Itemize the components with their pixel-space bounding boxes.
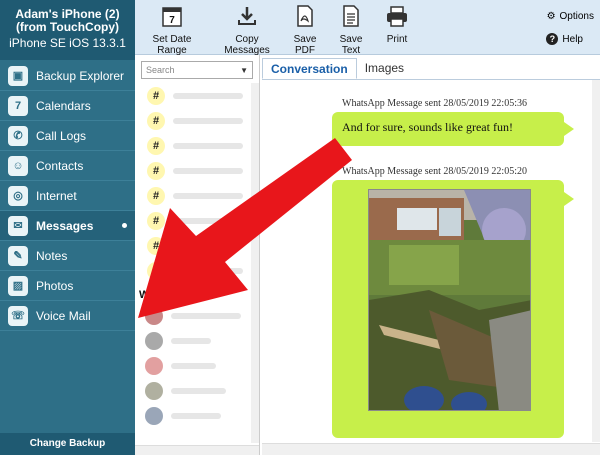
avatar: [145, 381, 163, 400]
sidebar-item-voice-mail[interactable]: ☏ Voice Mail: [0, 301, 135, 331]
device-name: Adam's iPhone (2) (from TouchCopy): [15, 7, 120, 34]
avatar: [145, 331, 163, 350]
print-label: Print: [386, 34, 408, 45]
photos-icon: ▨: [8, 275, 28, 296]
sidebar-item-label: Call Logs: [36, 128, 87, 143]
help-icon: ?: [546, 33, 559, 45]
svg-text:7: 7: [169, 15, 175, 26]
voicemail-icon: ☏: [8, 305, 28, 326]
device-model: iPhone SE iOS 13.3.1: [9, 36, 126, 50]
bubble-tail: [564, 122, 574, 136]
bubble-tail: [564, 192, 574, 206]
blurred-contact-name: [171, 362, 216, 369]
conversation-scrollbar[interactable]: [592, 80, 600, 442]
sidebar-item-label: Voice Mail: [36, 308, 91, 323]
help-label: Help: [562, 33, 583, 45]
notes-icon: ✎: [8, 245, 28, 266]
save-text-button[interactable]: Save Text: [330, 4, 372, 56]
sidebar-item-label: Backup Explorer: [36, 68, 125, 83]
contact-badge: #: [147, 86, 165, 105]
message-bubble: And for sure, sounds like great fun!: [332, 112, 564, 146]
blurred-contact-name: [173, 117, 243, 124]
text-document-icon: [338, 4, 364, 28]
print-button[interactable]: Print: [383, 4, 411, 45]
contact-badge: #: [147, 111, 165, 130]
download-icon: [234, 4, 260, 28]
contacts-icon: ☺: [8, 155, 28, 176]
chevron-down-icon[interactable]: ▼: [240, 66, 248, 75]
sidebar-item-photos[interactable]: ▨ Photos: [0, 271, 135, 301]
sidebar-item-label: Messages: [36, 218, 94, 233]
sidebar-item-messages[interactable]: ✉ Messages: [0, 211, 135, 241]
blurred-contact-name: [171, 412, 221, 419]
list-item[interactable]: #: [135, 83, 259, 108]
sidebar-item-calendars[interactable]: 7 Calendars: [0, 91, 135, 121]
red-arrow-annotation: [138, 138, 352, 318]
tab-images[interactable]: Images: [357, 58, 412, 79]
phone-icon: ✆: [8, 125, 28, 146]
message-icon: ✉: [8, 215, 28, 236]
gear-icon: ⚙: [546, 11, 556, 22]
sidebar-item-label: Internet: [36, 188, 77, 203]
blurred-contact-name: [171, 387, 226, 394]
message-text: And for sure, sounds like great fun!: [342, 120, 513, 134]
save-pdf-label: Save PDF: [293, 34, 317, 56]
search-placeholder: Search: [146, 65, 175, 75]
options-button[interactable]: ⚙ Options: [547, 11, 594, 22]
list-item[interactable]: [135, 403, 259, 428]
calendar-icon: 7: [159, 4, 185, 28]
list-item[interactable]: [135, 378, 259, 403]
list-item[interactable]: [135, 353, 259, 378]
search-input[interactable]: Search ▼: [141, 61, 253, 79]
conversation-horizontal-scrollbar[interactable]: [262, 443, 600, 455]
message-header: WhatsApp Message sent 28/05/2019 22:05:2…: [342, 166, 527, 177]
device-header: Adam's iPhone (2) (from TouchCopy) iPhon…: [0, 0, 135, 60]
printer-icon: [384, 4, 410, 28]
avatar: [145, 356, 163, 375]
change-backup-button[interactable]: Change Backup: [0, 433, 135, 455]
pdf-icon: [292, 4, 318, 28]
set-date-range-button[interactable]: 7 Set Date Range: [139, 4, 205, 56]
options-label: Options: [559, 11, 594, 22]
help-button[interactable]: ? Help: [546, 33, 583, 45]
save-text-label: Save Text: [339, 34, 363, 56]
tab-conversation[interactable]: Conversation: [262, 58, 357, 79]
sidebar-item-label: Notes: [36, 248, 68, 263]
contacts-horizontal-scrollbar[interactable]: [135, 445, 259, 455]
copy-messages-label: Copy Messages: [224, 34, 270, 56]
sidebar-item-notes[interactable]: ✎ Notes: [0, 241, 135, 271]
blurred-contact-name: [171, 337, 211, 344]
message-photo[interactable]: [368, 189, 531, 411]
sidebar-item-call-logs[interactable]: ✆ Call Logs: [0, 121, 135, 151]
list-item[interactable]: [135, 328, 259, 353]
toolbar: 7 Set Date Range Copy Messages Save PDF …: [135, 0, 600, 56]
save-pdf-button[interactable]: Save PDF: [285, 4, 325, 56]
globe-icon: ◎: [8, 185, 28, 206]
sidebar-item-backup-explorer[interactable]: ▣ Backup Explorer: [0, 61, 135, 91]
avatar: [145, 406, 163, 425]
sidebar-item-label: Calendars: [36, 98, 91, 113]
set-date-range-label: Set Date Range: [152, 34, 192, 56]
tab-bar: Conversation Images: [262, 58, 600, 80]
sidebar-item-label: Contacts: [36, 158, 84, 173]
backup-explorer-icon: ▣: [8, 65, 28, 86]
sidebar-item-label: Photos: [36, 278, 74, 293]
message-header: WhatsApp Message sent 28/05/2019 22:05:3…: [342, 98, 527, 109]
sidebar: Adam's iPhone (2) (from TouchCopy) iPhon…: [0, 0, 135, 455]
sidebar-item-contacts[interactable]: ☺ Contacts: [0, 151, 135, 181]
blurred-contact-name: [173, 92, 243, 99]
calendar-icon: 7: [8, 95, 28, 116]
sidebar-item-internet[interactable]: ◎ Internet: [0, 181, 135, 211]
active-indicator: [122, 223, 127, 228]
copy-messages-button[interactable]: Copy Messages: [215, 4, 279, 56]
